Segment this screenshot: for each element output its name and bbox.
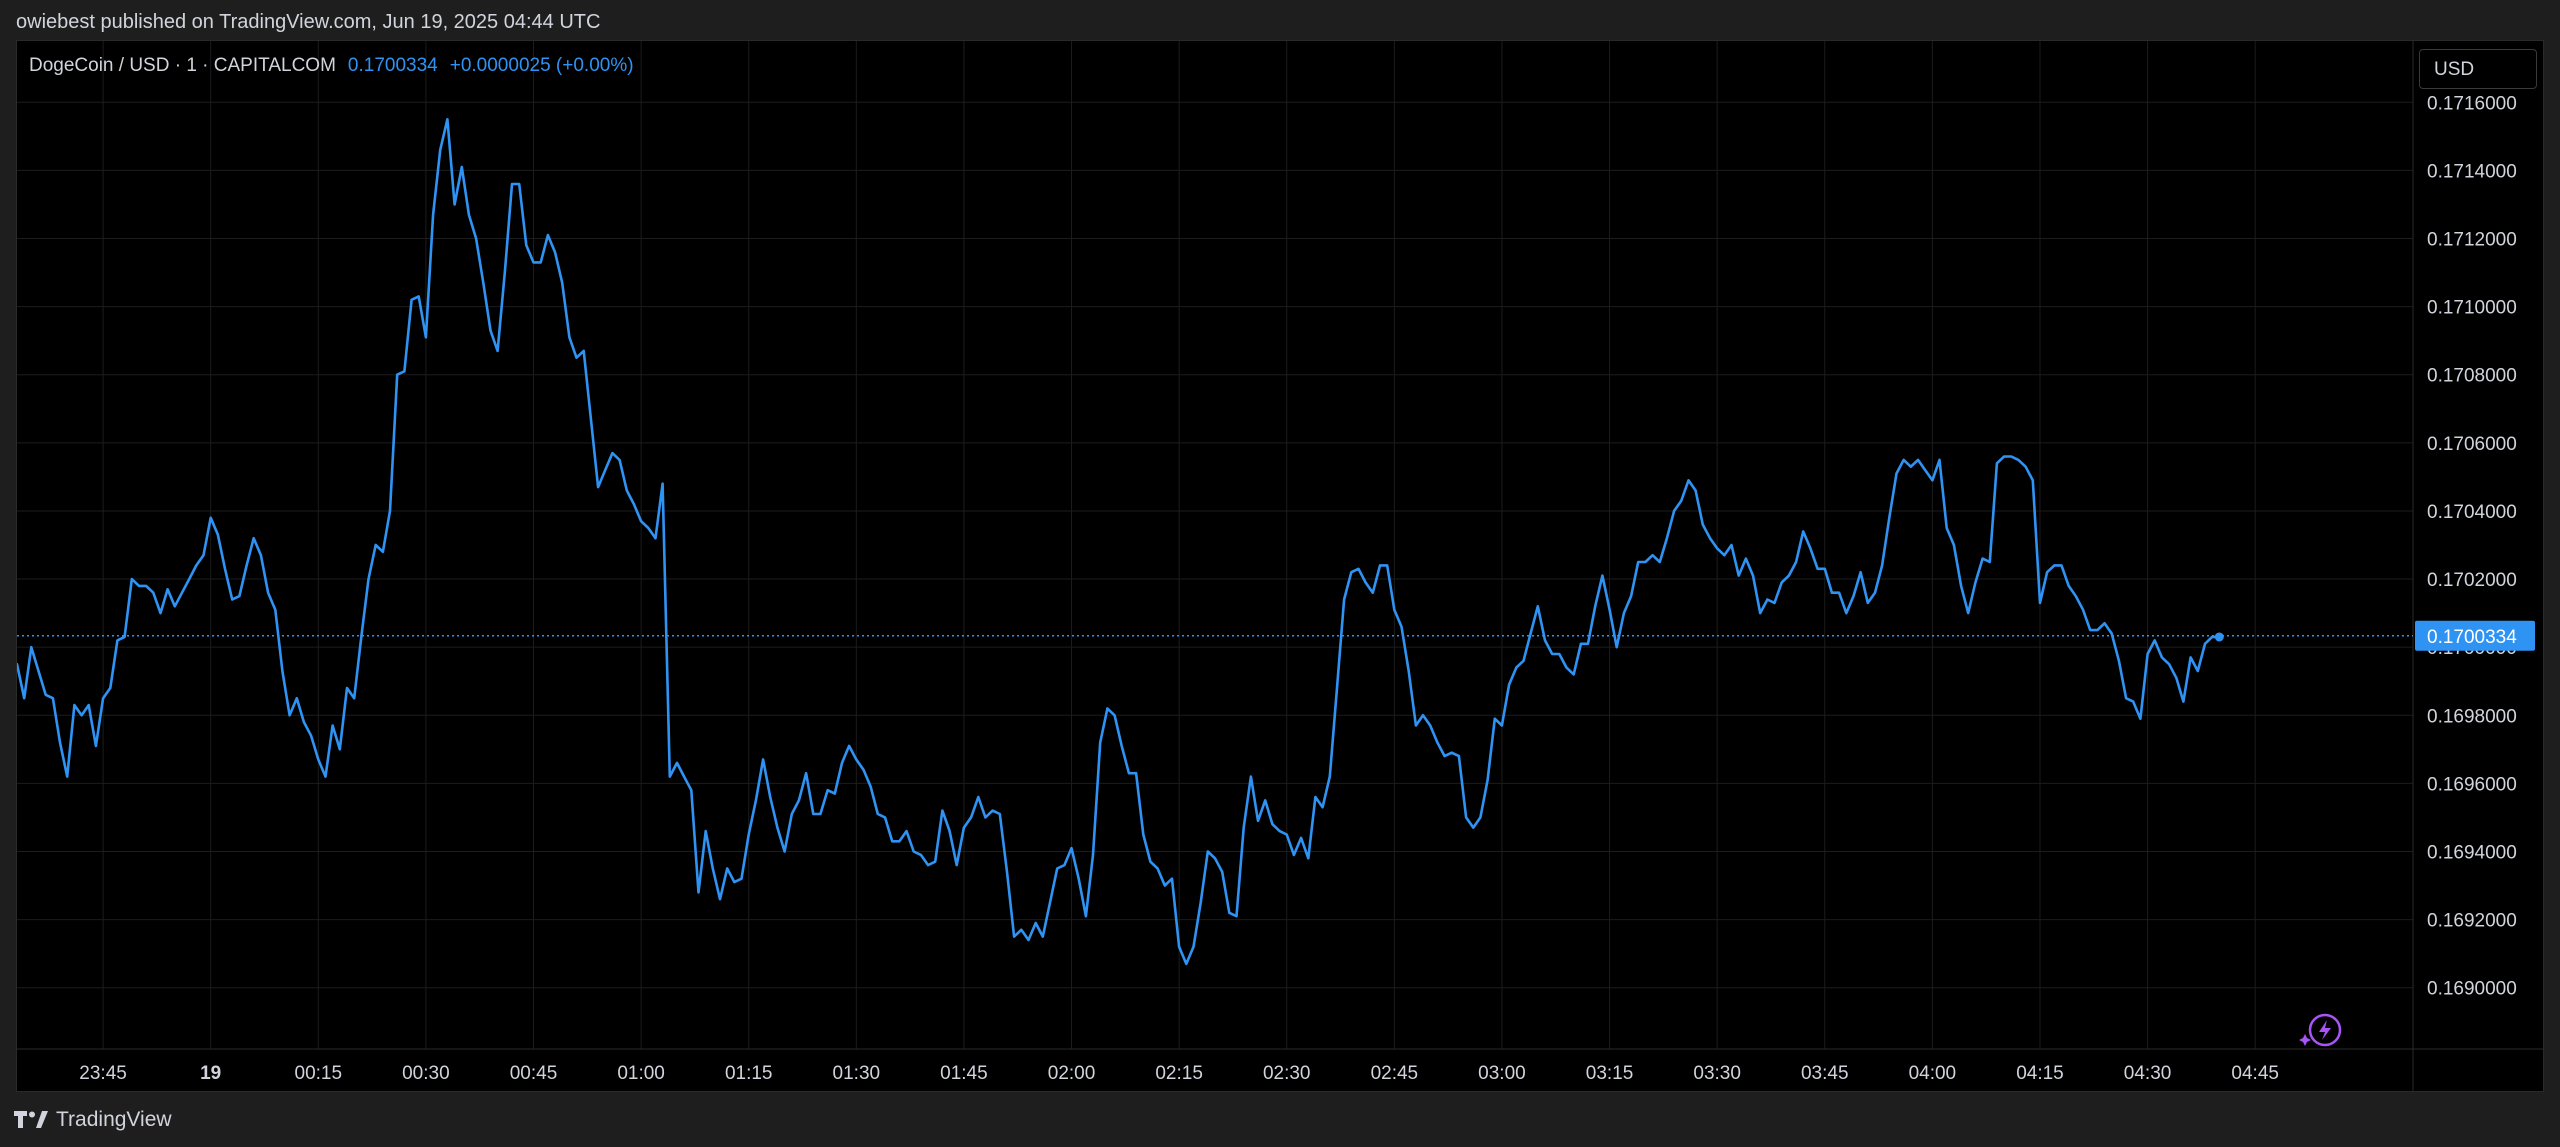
y-tick-label: 0.1712000 — [2427, 230, 2517, 251]
x-tick-label: 02:15 — [1155, 1063, 1203, 1084]
x-tick-label: 02:00 — [1048, 1063, 1096, 1084]
x-tick-label: 23:45 — [79, 1063, 127, 1084]
x-tick-label: 04:00 — [1909, 1063, 1957, 1084]
x-tick-label: 04:15 — [2016, 1063, 2064, 1084]
x-tick-label: 02:30 — [1263, 1063, 1311, 1084]
tradingview-logo-icon — [14, 1111, 48, 1129]
symbol-change: +0.0000025 (+0.00%) — [449, 55, 634, 76]
tradingview-brand-label: TradingView — [56, 1108, 172, 1131]
tradingview-brand[interactable]: TradingView — [14, 1108, 172, 1132]
x-tick-label: 04:45 — [2231, 1063, 2279, 1084]
y-tick-label: 0.1714000 — [2427, 161, 2517, 182]
y-tick-label: 0.1690000 — [2427, 979, 2517, 1000]
y-tick-label: 0.1692000 — [2427, 911, 2517, 932]
x-tick-label: 00:30 — [402, 1063, 450, 1084]
x-tick-label: 03:45 — [1801, 1063, 1849, 1084]
y-tick-label: 0.1704000 — [2427, 502, 2517, 523]
symbol-price: 0.1700334 — [347, 55, 438, 76]
x-tick-label: 03:15 — [1586, 1063, 1634, 1084]
last-point-marker — [2214, 632, 2224, 642]
x-tick-label: 03:30 — [1693, 1063, 1741, 1084]
chart-background — [17, 41, 2543, 1091]
y-tick-label: 0.1696000 — [2427, 774, 2517, 795]
y-tick-label: 0.1702000 — [2427, 570, 2517, 591]
x-tick-label: 01:45 — [940, 1063, 988, 1084]
symbol-name[interactable]: DogeCoin / USD · 1 · CAPITALCOM — [29, 55, 336, 77]
y-tick-label: 0.1694000 — [2427, 842, 2517, 863]
currency-selector[interactable]: USD — [2419, 49, 2537, 89]
symbol-info: DogeCoin / USD · 1 · CAPITALCOM 0.170033… — [29, 55, 634, 77]
published-text: owiebest published on TradingView.com, J… — [16, 11, 601, 33]
price-chart[interactable]: 0.1690000 0.1692000 0.1694000 0.1696000 0.16… — [17, 41, 2543, 1091]
y-tick-label: 0.1710000 — [2427, 298, 2517, 319]
x-tick-label: 01:30 — [833, 1063, 881, 1084]
footer: TradingView — [0, 1092, 2560, 1147]
header: owiebest published on TradingView.com, J… — [0, 0, 2560, 40]
chart-container[interactable]: 0.1690000 0.1692000 0.1694000 0.1696000 0.16… — [16, 40, 2544, 1092]
y-tick-label: 0.1698000 — [2427, 706, 2517, 727]
x-tick-label: 03:00 — [1478, 1063, 1526, 1084]
x-tick-label: 02:45 — [1371, 1063, 1419, 1084]
x-tick-label: 01:15 — [725, 1063, 773, 1084]
x-tick-label: 00:15 — [295, 1063, 343, 1084]
x-tick-label: 04:30 — [2124, 1063, 2172, 1084]
x-tick-label: 19 — [200, 1063, 221, 1084]
y-tick-label: 0.1708000 — [2427, 366, 2517, 387]
last-price-label: 0.1700334 — [2427, 627, 2517, 648]
x-tick-label: 01:00 — [617, 1063, 665, 1084]
y-tick-label: 0.1716000 — [2427, 93, 2517, 114]
y-tick-label: 0.1706000 — [2427, 434, 2517, 455]
x-tick-label: 00:45 — [510, 1063, 558, 1084]
